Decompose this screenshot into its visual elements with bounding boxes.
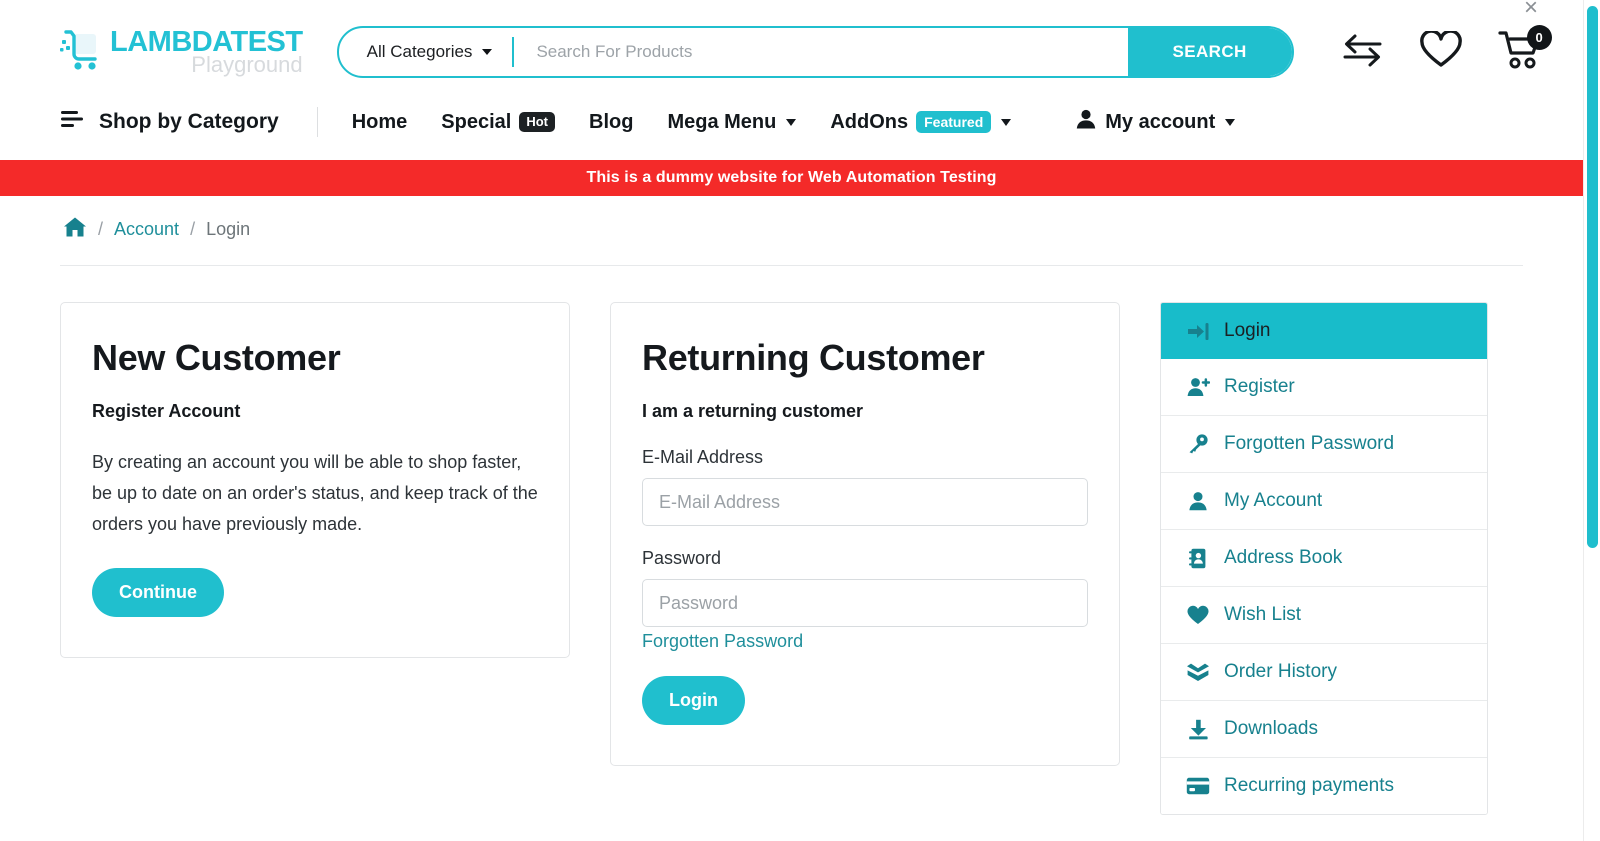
login-button[interactable]: Login bbox=[642, 676, 745, 725]
sidebar-item-address-book[interactable]: Address Book bbox=[1161, 530, 1487, 587]
sidebar-item-wish-list-label: Wish List bbox=[1224, 604, 1301, 626]
chevron-down-icon bbox=[1225, 119, 1235, 126]
wishlist-heart-icon[interactable] bbox=[1420, 31, 1462, 74]
home-icon[interactable] bbox=[63, 216, 87, 243]
sidebar-item-forgotten-password[interactable]: Forgotten Password bbox=[1161, 416, 1487, 473]
breadcrumb: / Account / Login bbox=[60, 196, 1523, 266]
sidebar-item-order-history[interactable]: Order History bbox=[1161, 644, 1487, 701]
sidebar-item-login[interactable]: Login bbox=[1161, 303, 1487, 359]
key-icon bbox=[1186, 434, 1210, 454]
breadcrumb-separator: / bbox=[98, 219, 103, 240]
shopping-cart-logo-icon bbox=[60, 26, 106, 79]
site-header: LAMBDATEST Playground All Categories SEA… bbox=[0, 0, 1583, 100]
returning-customer-subtitle: I am a returning customer bbox=[642, 401, 1088, 422]
nav-item-blog[interactable]: Blog bbox=[589, 111, 633, 134]
password-input[interactable] bbox=[642, 579, 1088, 627]
sidebar-item-downloads-label: Downloads bbox=[1224, 718, 1318, 740]
main-navigation: Shop by Category Home Special Hot Blog M… bbox=[0, 100, 1583, 160]
browser-viewport: LAMBDATEST Playground All Categories SEA… bbox=[0, 0, 1583, 841]
nav-item-my-account-label: My account bbox=[1105, 111, 1215, 134]
shop-by-category-label: Shop by Category bbox=[99, 110, 279, 134]
hot-badge: Hot bbox=[519, 112, 555, 132]
login-arrow-icon bbox=[1186, 322, 1210, 341]
email-input[interactable] bbox=[642, 478, 1088, 526]
sidebar-item-downloads[interactable]: Downloads bbox=[1161, 701, 1487, 758]
sidebar-item-wish-list[interactable]: Wish List bbox=[1161, 587, 1487, 644]
nav-item-special-label: Special bbox=[441, 111, 511, 134]
nav-item-home-label: Home bbox=[352, 111, 408, 134]
nav-item-my-account[interactable]: My account bbox=[1075, 108, 1235, 136]
main-content: New Customer Register Account By creatin… bbox=[0, 266, 1583, 815]
new-customer-description: By creating an account you will be able … bbox=[92, 447, 538, 540]
new-customer-title: New Customer bbox=[92, 337, 538, 379]
sidebar-item-recurring-payments[interactable]: Recurring payments bbox=[1161, 758, 1487, 814]
close-icon[interactable]: × bbox=[1524, 0, 1538, 20]
featured-badge: Featured bbox=[916, 111, 991, 133]
user-icon bbox=[1186, 491, 1210, 511]
forgotten-password-link[interactable]: Forgotten Password bbox=[642, 631, 803, 652]
returning-customer-title: Returning Customer bbox=[642, 337, 1088, 379]
logo-sub-text: Playground bbox=[110, 54, 303, 76]
user-icon bbox=[1075, 108, 1097, 136]
search-button[interactable]: SEARCH bbox=[1128, 28, 1292, 76]
user-plus-icon bbox=[1186, 377, 1210, 397]
cart-count-badge: 0 bbox=[1527, 25, 1552, 50]
sidebar-item-register-label: Register bbox=[1224, 376, 1295, 398]
download-icon bbox=[1186, 719, 1210, 740]
logo-text: LAMBDATEST Playground bbox=[110, 28, 303, 76]
page-scrollbar[interactable] bbox=[1583, 0, 1600, 841]
nav-item-home[interactable]: Home bbox=[352, 111, 408, 134]
compare-icon[interactable] bbox=[1340, 33, 1384, 72]
sidebar-item-register[interactable]: Register bbox=[1161, 359, 1487, 416]
email-label: E-Mail Address bbox=[642, 447, 1088, 468]
breadcrumb-item-login: Login bbox=[206, 219, 250, 240]
sidebar-item-my-account-label: My Account bbox=[1224, 490, 1322, 512]
credit-card-icon bbox=[1186, 777, 1210, 795]
nav-item-addons-label: AddOns bbox=[830, 111, 908, 134]
category-dropdown[interactable]: All Categories bbox=[339, 28, 513, 76]
chevron-down-icon bbox=[786, 119, 796, 126]
nav-item-blog-label: Blog bbox=[589, 111, 633, 134]
nav-item-mega-menu[interactable]: Mega Menu bbox=[667, 111, 796, 134]
search-bar: All Categories SEARCH bbox=[337, 26, 1294, 78]
heart-filled-icon bbox=[1186, 605, 1210, 625]
shop-by-category-button[interactable]: Shop by Category bbox=[60, 109, 279, 135]
nav-item-special[interactable]: Special Hot bbox=[441, 111, 555, 134]
continue-button[interactable]: Continue bbox=[92, 568, 224, 617]
breadcrumb-separator: / bbox=[190, 219, 195, 240]
chevron-down-icon bbox=[1001, 119, 1011, 126]
search-input[interactable] bbox=[514, 28, 1127, 76]
email-field-group: E-Mail Address bbox=[642, 447, 1088, 526]
nav-divider bbox=[317, 107, 318, 137]
site-logo[interactable]: LAMBDATEST Playground bbox=[60, 26, 303, 79]
page-scrollbar-thumb[interactable] bbox=[1587, 6, 1598, 548]
new-customer-card: New Customer Register Account By creatin… bbox=[60, 302, 570, 658]
hamburger-menu-icon bbox=[60, 109, 86, 135]
address-book-icon bbox=[1186, 548, 1210, 569]
new-customer-subtitle: Register Account bbox=[92, 401, 538, 422]
nav-item-addons[interactable]: AddOns Featured bbox=[830, 111, 1011, 134]
chevron-down-icon bbox=[482, 49, 492, 55]
sidebar-item-recurring-payments-label: Recurring payments bbox=[1224, 775, 1394, 797]
sidebar-item-address-book-label: Address Book bbox=[1224, 547, 1342, 569]
returning-customer-card: Returning Customer I am a returning cust… bbox=[610, 302, 1120, 766]
dummy-site-banner: This is a dummy website for Web Automati… bbox=[0, 160, 1583, 196]
nav-link-list: Home Special Hot Blog Mega Menu AddOns F… bbox=[352, 108, 1236, 136]
cart-icon[interactable]: 0 bbox=[1498, 29, 1544, 76]
password-field-group: Password bbox=[642, 548, 1088, 627]
header-icon-group: 0 bbox=[1340, 29, 1544, 76]
open-box-icon bbox=[1186, 663, 1210, 682]
page-root: LAMBDATEST Playground All Categories SEA… bbox=[0, 0, 1600, 841]
account-sidebar: Login Register bbox=[1160, 302, 1488, 815]
sidebar-item-my-account[interactable]: My Account bbox=[1161, 473, 1487, 530]
breadcrumb-wrapper: / Account / Login bbox=[0, 196, 1583, 266]
sidebar-item-order-history-label: Order History bbox=[1224, 661, 1337, 683]
category-dropdown-label: All Categories bbox=[367, 42, 473, 62]
nav-item-mega-menu-label: Mega Menu bbox=[667, 111, 776, 134]
sidebar-item-forgotten-password-label: Forgotten Password bbox=[1224, 433, 1394, 455]
password-label: Password bbox=[642, 548, 1088, 569]
sidebar-item-login-label: Login bbox=[1224, 320, 1271, 342]
breadcrumb-item-account[interactable]: Account bbox=[114, 219, 179, 240]
